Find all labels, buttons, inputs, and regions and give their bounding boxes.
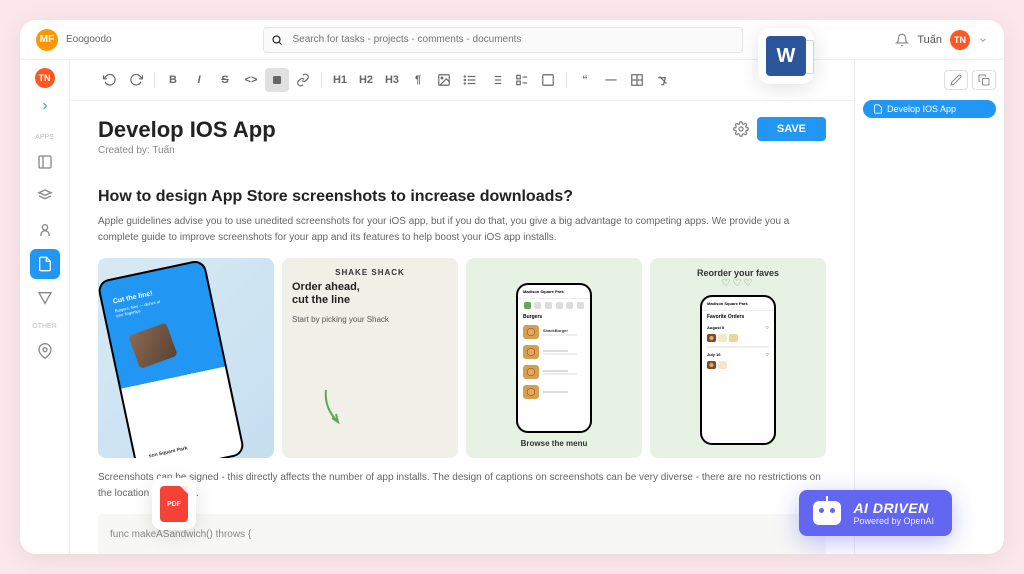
user-avatar[interactable]: TN [950, 30, 970, 50]
document-pill-label: Develop IOS App [887, 104, 956, 114]
nav-item-tasks[interactable] [30, 147, 60, 177]
undo-button[interactable] [98, 68, 122, 92]
left-sidebar: TN APPS OTHER [20, 60, 70, 554]
checklist-button[interactable] [510, 68, 534, 92]
topbar: MF Eoogoodo Tuấn TN [20, 20, 1004, 60]
clear-format-button[interactable] [651, 68, 675, 92]
pdf-icon: PDF [160, 486, 188, 522]
topbar-right: Tuấn TN [895, 30, 988, 50]
workspace-avatar[interactable]: MF [36, 29, 58, 51]
editor-toolbar: B I S <> H1 H2 H3 ¶ “ — [70, 60, 854, 101]
redo-button[interactable] [124, 68, 148, 92]
image-button[interactable] [432, 68, 456, 92]
strikethrough-button[interactable]: S [213, 68, 237, 92]
shot-top-text: Reorder your faves [697, 268, 779, 278]
search-icon [271, 34, 283, 46]
shot-subtext: Start by picking your Shack [292, 315, 389, 324]
document-title[interactable]: Develop IOS App [98, 117, 276, 143]
highlight-button[interactable] [265, 68, 289, 92]
table-button[interactable] [625, 68, 649, 92]
divider-button[interactable]: — [599, 68, 623, 92]
save-button[interactable]: SAVE [757, 117, 826, 141]
word-icon: W [766, 36, 806, 76]
ordered-list-button[interactable] [484, 68, 508, 92]
robot-icon [813, 501, 841, 525]
section-heading: How to design App Store screenshots to i… [98, 188, 826, 206]
nav-section-apps: APPS [35, 134, 54, 141]
document-pill[interactable]: Develop IOS App [863, 100, 996, 118]
app-screenshot-1: Cut the line! Burgers, fries — dishes at… [98, 258, 274, 458]
user-name: Tuấn [917, 34, 942, 46]
codeblock-button[interactable] [536, 68, 560, 92]
link-button[interactable] [291, 68, 315, 92]
h1-button[interactable]: H1 [328, 68, 352, 92]
chevron-down-icon[interactable] [978, 35, 988, 45]
app-screenshot-4: Reorder your faves ♡♡♡ Madison Square Pa… [650, 258, 826, 458]
app-screenshot-2: SHAKE SHACK Order ahead,cut the line Sta… [282, 258, 458, 458]
pdf-badge: PDF [152, 478, 196, 530]
document-icon [873, 104, 883, 114]
shot-headline: Order ahead,cut the line [292, 281, 360, 307]
quote-button[interactable]: “ [573, 68, 597, 92]
nav-item-reports[interactable] [30, 283, 60, 313]
screenshot-gallery: Cut the line! Burgers, fries — dishes at… [98, 258, 826, 458]
document-meta: Created by: Tuấn [98, 145, 276, 156]
nav-section-other: OTHER [32, 323, 57, 330]
code-button[interactable]: <> [239, 68, 263, 92]
nav-item-location[interactable] [30, 336, 60, 366]
bell-icon[interactable] [895, 33, 909, 47]
copy-button[interactable] [972, 70, 996, 90]
right-panel: Develop IOS App [854, 60, 1004, 554]
sidebar-user-avatar[interactable]: TN [35, 68, 55, 88]
code-block[interactable]: func makeASandwich() throws { andwich() [98, 514, 826, 554]
expand-icon[interactable] [39, 100, 51, 112]
h3-button[interactable]: H3 [380, 68, 404, 92]
word-badge: W [758, 28, 814, 84]
paragraph: Screenshots can be signed - this directl… [98, 470, 826, 502]
ai-subtitle: Powered by OpenAI [853, 516, 934, 526]
brand-logo: Eoogoodo [66, 34, 112, 45]
bullet-list-button[interactable] [458, 68, 482, 92]
paragraph: Apple guidelines advise you to use unedi… [98, 214, 826, 246]
hearts-icon: ♡♡♡ [722, 278, 755, 289]
search-wrap [263, 27, 743, 53]
nav-item-crm[interactable] [30, 215, 60, 245]
shot-brand: SHAKE SHACK [335, 268, 405, 277]
nav-item-projects[interactable] [30, 181, 60, 211]
document-header: Develop IOS App Created by: Tuấn SAVE [70, 101, 854, 164]
search-input[interactable] [263, 27, 743, 53]
gear-icon[interactable] [733, 121, 749, 137]
app-window: MF Eoogoodo Tuấn TN TN APPS OTHER [20, 20, 1004, 554]
ai-driven-badge[interactable]: AI DRIVEN Powered by OpenAI [799, 490, 952, 536]
h2-button[interactable]: H2 [354, 68, 378, 92]
app-screenshot-3: Madison Square Park Burgers ShackBurger … [466, 258, 642, 458]
bold-button[interactable]: B [161, 68, 185, 92]
paragraph-button[interactable]: ¶ [406, 68, 430, 92]
arrow-icon [322, 388, 346, 428]
nav-item-documents[interactable] [30, 249, 60, 279]
ai-title: AI DRIVEN [853, 500, 934, 516]
edit-button[interactable] [944, 70, 968, 90]
italic-button[interactable]: I [187, 68, 211, 92]
shot-label: Browse the menu [521, 439, 588, 448]
